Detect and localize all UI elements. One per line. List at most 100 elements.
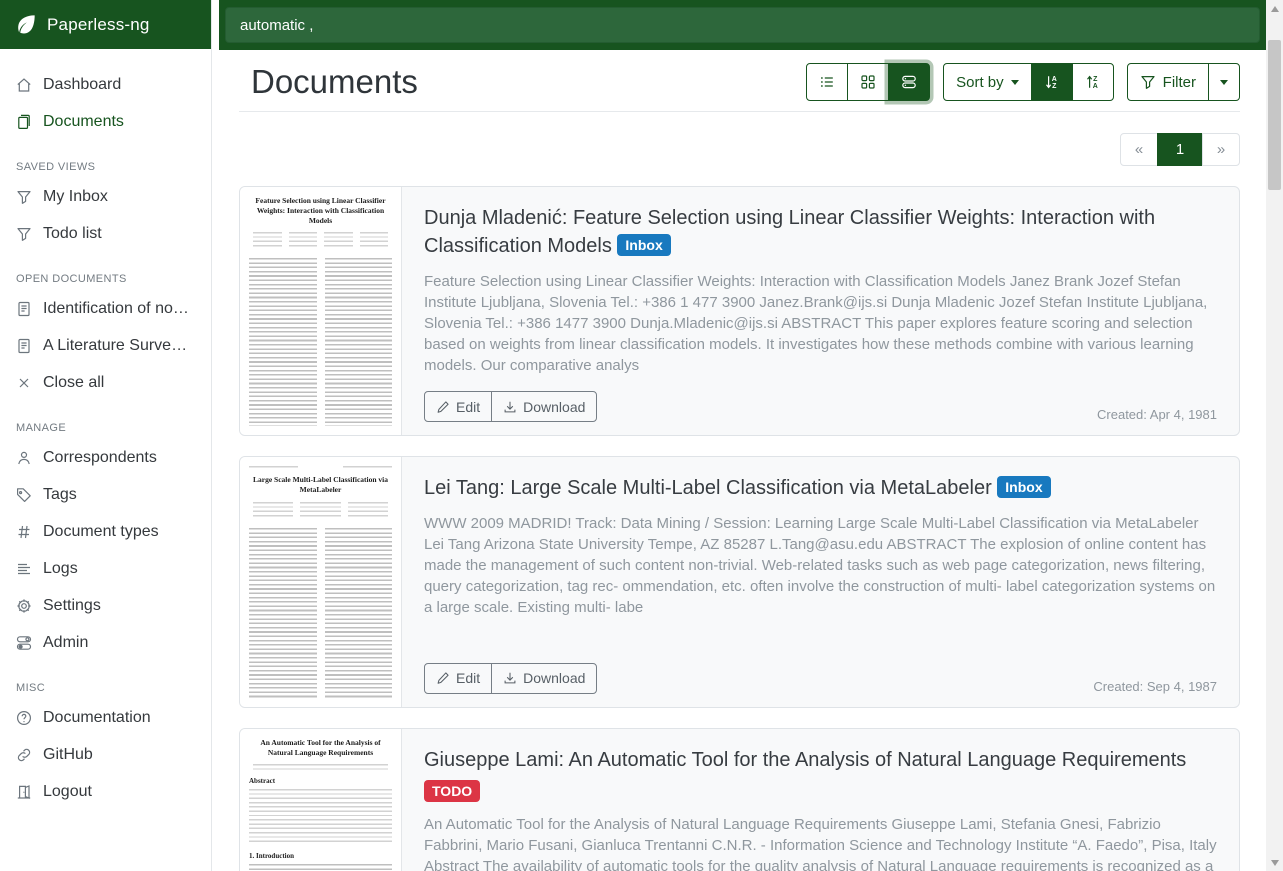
sidebar-item-github[interactable]: GitHub <box>0 736 211 773</box>
document-thumbnail[interactable]: Large Scale Multi-Label Classification v… <box>240 457 402 707</box>
pencil-icon <box>436 400 450 414</box>
sidebar-item-correspondents[interactable]: Correspondents <box>0 439 211 476</box>
sidebar-item-settings[interactable]: Settings <box>0 587 211 624</box>
document-excerpt: WWW 2009 MADRID! Track: Data Mining / Se… <box>424 513 1217 618</box>
sidebar-item-documentation[interactable]: Documentation <box>0 699 211 736</box>
view-grid-button[interactable] <box>847 63 889 101</box>
document-thumbnail[interactable]: Feature Selection using Linear Classifie… <box>240 187 402 435</box>
grid-icon <box>860 74 876 90</box>
sort-group: Sort by AZ ZA <box>943 63 1114 101</box>
section-open-documents: OPEN DOCUMENTS <box>0 265 211 290</box>
sidebar: Paperless-ng Dashboard Documents SAVED V… <box>0 0 212 871</box>
document-card: Large Scale Multi-Label Classification v… <box>239 456 1240 708</box>
document-title[interactable]: Lei Tang: Large Scale Multi-Label Classi… <box>424 474 1217 502</box>
search-input[interactable] <box>225 7 1260 43</box>
document-card: Feature Selection using Linear Classifie… <box>239 186 1240 436</box>
header-divider <box>239 111 1240 112</box>
file-text-icon <box>16 301 32 317</box>
tag-badge-inbox[interactable]: Inbox <box>997 476 1050 498</box>
page-title: Documents <box>251 63 418 101</box>
filter-button[interactable]: Filter <box>1127 63 1209 101</box>
sidebar-item-open-doc-1[interactable]: Identification of non-fu... <box>0 290 211 327</box>
view-list-button[interactable] <box>806 63 848 101</box>
scroll-down-arrow[interactable] <box>1266 854 1283 871</box>
created-date: Created: Sep 4, 1987 <box>1093 679 1217 694</box>
created-date: Created: Apr 4, 1981 <box>1097 407 1217 422</box>
pencil-icon <box>436 671 450 685</box>
funnel-icon <box>1140 74 1156 90</box>
sort-descending-button[interactable]: AZ <box>1031 63 1073 101</box>
tag-badge-todo[interactable]: TODO <box>424 780 480 802</box>
download-button[interactable]: Download <box>491 391 597 422</box>
sidebar-item-close-all[interactable]: Close all <box>0 364 211 401</box>
sort-alpha-up-icon: ZA <box>1085 74 1101 90</box>
edit-button[interactable]: Edit <box>424 663 492 694</box>
sort-by-button[interactable]: Sort by <box>943 63 1032 101</box>
card-actions: Edit Download <box>424 391 597 422</box>
toggles-icon <box>16 635 32 651</box>
main-content: Documents Sort by AZ ZA Filter <box>213 50 1266 871</box>
document-title[interactable]: Giuseppe Lami: An Automatic Tool for the… <box>424 746 1217 774</box>
sidebar-item-my-inbox[interactable]: My Inbox <box>0 178 211 215</box>
view-detail-button[interactable] <box>888 63 930 101</box>
download-icon <box>503 671 517 685</box>
toolbar: Sort by AZ ZA Filter <box>806 63 1240 101</box>
document-excerpt: Feature Selection using Linear Classifie… <box>424 271 1217 376</box>
svg-text:Z: Z <box>1093 76 1098 83</box>
sidebar-item-todo-list[interactable]: Todo list <box>0 215 211 252</box>
app-brand[interactable]: Paperless-ng <box>0 0 211 49</box>
chevron-down-icon <box>1011 80 1019 85</box>
document-thumbnail[interactable]: An Automatic Tool for the Analysis of Na… <box>240 729 402 871</box>
sort-alpha-down-icon: AZ <box>1044 74 1060 90</box>
section-saved-views: SAVED VIEWS <box>0 153 211 178</box>
pagination-prev-button[interactable]: « <box>1120 133 1158 166</box>
section-manage: MANAGE <box>0 414 211 439</box>
svg-text:Z: Z <box>1052 83 1057 90</box>
sidebar-item-logs[interactable]: Logs <box>0 550 211 587</box>
svg-text:A: A <box>1092 83 1097 90</box>
list-icon <box>819 74 835 90</box>
view-mode-group <box>806 63 930 101</box>
documents-icon <box>16 114 32 130</box>
scroll-up-arrow[interactable] <box>1266 0 1283 17</box>
topbar <box>219 0 1266 50</box>
sort-ascending-button[interactable]: ZA <box>1072 63 1114 101</box>
sidebar-item-document-types[interactable]: Document types <box>0 513 211 550</box>
person-icon <box>16 450 32 466</box>
text-lines-icon <box>16 561 32 577</box>
chevron-down-icon <box>1220 80 1228 85</box>
pagination-next-button[interactable]: » <box>1202 133 1240 166</box>
download-icon <box>503 400 517 414</box>
sidebar-item-admin[interactable]: Admin <box>0 624 211 661</box>
sidebar-item-documents[interactable]: Documents <box>0 103 211 140</box>
document-title[interactable]: Dunja Mladenić: Feature Selection using … <box>424 204 1217 260</box>
sidebar-item-tags[interactable]: Tags <box>0 476 211 513</box>
document-excerpt: An Automatic Tool for the Analysis of Na… <box>424 814 1217 871</box>
detail-view-icon <box>901 74 917 90</box>
pagination-page-1-button[interactable]: 1 <box>1157 133 1203 166</box>
scrollbar-thumb[interactable] <box>1268 40 1281 190</box>
document-list: Feature Selection using Linear Classifie… <box>239 186 1240 871</box>
file-text-icon <box>16 338 32 354</box>
pagination: « 1 » <box>1120 133 1240 166</box>
question-circle-icon <box>16 710 32 726</box>
edit-button[interactable]: Edit <box>424 391 492 422</box>
document-card: An Automatic Tool for the Analysis of Na… <box>239 728 1240 871</box>
hash-icon <box>16 524 32 540</box>
card-actions: Edit Download <box>424 663 597 694</box>
vertical-scrollbar <box>1266 0 1283 871</box>
sidebar-item-dashboard[interactable]: Dashboard <box>0 66 211 103</box>
sidebar-item-logout[interactable]: Logout <box>0 773 211 810</box>
sidebar-item-open-doc-2[interactable]: A Literature Survey on ... <box>0 327 211 364</box>
app-name: Paperless-ng <box>47 15 150 35</box>
tag-icon <box>16 487 32 503</box>
funnel-icon <box>16 226 32 242</box>
filter-dropdown-button[interactable] <box>1208 63 1240 101</box>
leaf-logo-icon <box>15 14 36 35</box>
section-misc: MISC <box>0 674 211 699</box>
download-button[interactable]: Download <box>491 663 597 694</box>
close-icon <box>16 375 32 391</box>
link-icon <box>16 747 32 763</box>
tag-badge-inbox[interactable]: Inbox <box>617 234 670 256</box>
svg-text:A: A <box>1051 76 1056 83</box>
